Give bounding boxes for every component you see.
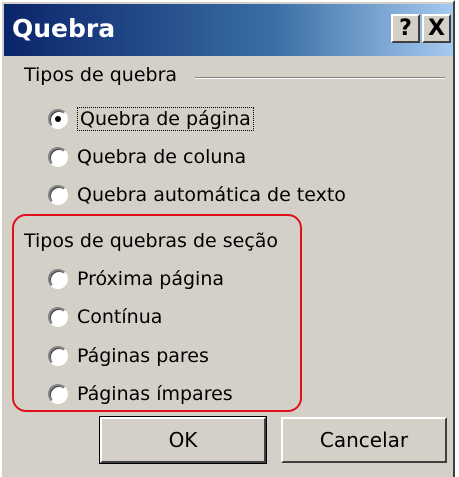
radio-icon[interactable] — [48, 185, 68, 205]
radio-continuous[interactable]: Contínua — [48, 302, 162, 332]
group-label-break-types: Tipos de quebra — [24, 64, 178, 86]
radio-page-break[interactable]: Quebra de página — [48, 104, 254, 134]
radio-label-page-break: Quebra de página — [77, 107, 254, 131]
radio-icon[interactable] — [48, 147, 68, 167]
radio-next-page[interactable]: Próxima página — [48, 264, 224, 294]
radio-icon[interactable] — [48, 307, 68, 327]
title-bar[interactable]: Quebra ? X — [4, 4, 453, 56]
cancel-button[interactable]: Cancelar — [281, 417, 447, 463]
radio-text-wrap-break[interactable]: Quebra automática de texto — [48, 180, 346, 210]
radio-label-text-wrap-break: Quebra automática de texto — [77, 184, 346, 206]
radio-icon[interactable] — [48, 346, 68, 366]
break-dialog: Quebra ? X Tipos de quebra Quebra de pág… — [0, 0, 455, 477]
radio-odd-pages[interactable]: Páginas ímpares — [48, 379, 233, 409]
radio-checked-icon[interactable] — [48, 109, 68, 129]
help-button[interactable]: ? — [391, 14, 420, 43]
radio-even-pages[interactable]: Páginas pares — [48, 341, 209, 371]
radio-icon[interactable] — [48, 384, 68, 404]
close-button[interactable]: X — [422, 14, 451, 43]
ok-button[interactable]: OK — [99, 416, 267, 464]
radio-label-continuous: Contínua — [77, 306, 163, 328]
radio-label-even-pages: Páginas pares — [77, 345, 209, 367]
radio-icon[interactable] — [48, 269, 68, 289]
group-divider — [195, 77, 445, 79]
radio-column-break[interactable]: Quebra de coluna — [48, 142, 246, 172]
dialog-title: Quebra — [12, 14, 116, 43]
group-label-section-breaks: Tipos de quebras de seção — [24, 230, 279, 252]
radio-label-next-page: Próxima página — [77, 268, 224, 290]
radio-label-odd-pages: Páginas ímpares — [77, 383, 233, 405]
radio-label-column-break: Quebra de coluna — [77, 146, 247, 168]
